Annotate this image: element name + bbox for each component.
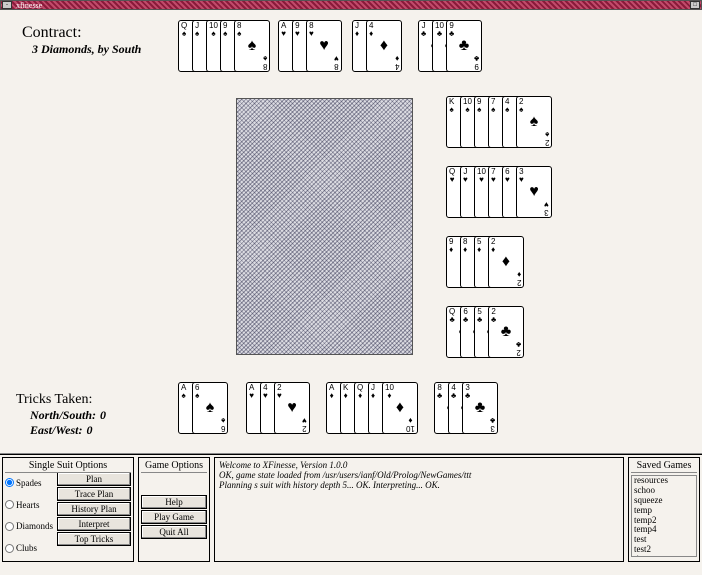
window-title: xfinesse xyxy=(16,1,42,10)
interpret-button[interactable]: Interpret xyxy=(57,517,131,531)
saved-games-panel: Saved Games resourcesschoosqueezetemptem… xyxy=(628,457,700,562)
suit-radio-hearts[interactable]: Hearts xyxy=(5,500,57,510)
trace-plan-button[interactable]: Trace Plan xyxy=(57,487,131,501)
card-fan-diamonds: 9♦♦9♦8♦♦8♦5♦♦5♦2♦♦2♦ xyxy=(446,236,524,288)
contract-value: 3 Diamonds, by South xyxy=(32,42,141,57)
contract-label: Contract: xyxy=(22,24,141,42)
playing-card[interactable]: 9♣♣9♣ xyxy=(446,20,482,72)
log-line: OK, game state loaded from /usr/users/ia… xyxy=(219,470,619,480)
card-fan-diamonds: J♦♦J♦4♦♦4♦ xyxy=(352,20,402,72)
single-suit-panel: Single Suit Options Spades Hearts Diamonds… xyxy=(2,457,134,562)
plan-button[interactable]: Plan xyxy=(57,472,131,486)
saved-games-list[interactable]: resourcesschoosqueezetemptemp2temp4testt… xyxy=(631,475,697,557)
card-fan-spades: A♠♠A♠6♠♠6♠ xyxy=(178,382,228,434)
suit-radio-spades[interactable]: Spades xyxy=(5,478,57,488)
game-options-panel: Game Options HelpPlay GameQuit All xyxy=(138,457,210,562)
log-line: Welcome to XFinesse, Version 1.0.0 xyxy=(219,460,619,470)
playing-card[interactable]: 6♠♠6♠ xyxy=(192,382,228,434)
play-area: Contract: 3 Diamonds, by South Tricks Ta… xyxy=(0,10,702,454)
card-fan-hearts: A♥♥A♥4♥♥4♥2♥♥2♥ xyxy=(246,382,310,434)
card-fan-hearts: Q♥♥Q♥J♥♥J♥10♥♥10♥7♥♥7♥6♥♥6♥3♥♥3♥ xyxy=(446,166,552,218)
playing-card[interactable]: 4♦♦4♦ xyxy=(366,20,402,72)
suit-radio-diamonds[interactable]: Diamonds xyxy=(5,521,57,531)
playing-card[interactable]: 3♥♥3♥ xyxy=(516,166,552,218)
log-line: Planning s suit with history depth 5... … xyxy=(219,480,619,490)
play-game-button[interactable]: Play Game xyxy=(141,510,207,524)
playing-card[interactable]: 2♦♦2♦ xyxy=(488,236,524,288)
game-options-title: Game Options xyxy=(141,460,207,473)
maximize-icon[interactable]: □ xyxy=(690,1,700,9)
history-plan-button[interactable]: History Plan xyxy=(57,502,131,516)
tricks-ew-value: 0 xyxy=(86,423,92,437)
card-fan-clubs: Q♣♣Q♣6♣♣6♣5♣♣5♣2♣♣2♣ xyxy=(446,306,524,358)
card-fan-spades: K♠♠K♠10♠♠10♠9♠♠9♠7♠♠7♠4♠♠4♠2♠♠2♠ xyxy=(446,96,552,148)
saved-games-title: Saved Games xyxy=(631,460,697,473)
tricks-block: Tricks Taken: North/South:0 East/West:0 xyxy=(16,392,106,438)
playing-card[interactable]: 3♣♣3♣ xyxy=(462,382,498,434)
single-suit-title: Single Suit Options xyxy=(5,460,131,473)
top-tricks-button[interactable]: Top Tricks xyxy=(57,532,131,546)
title-bar: - xfinesse □ xyxy=(0,0,702,10)
playing-card[interactable]: 2♥♥2♥ xyxy=(274,382,310,434)
playing-card[interactable]: 2♣♣2♣ xyxy=(488,306,524,358)
system-menu-icon[interactable]: - xyxy=(2,1,12,9)
quit-all-button[interactable]: Quit All xyxy=(141,525,207,539)
saved-game-item[interactable]: tignum xyxy=(632,555,696,557)
tricks-ns-label: North/South: xyxy=(30,408,96,422)
help-button[interactable]: Help xyxy=(141,495,207,509)
deck-pile xyxy=(236,98,413,355)
tricks-label: Tricks Taken: xyxy=(16,392,106,408)
playing-card[interactable]: 8♥♥8♥ xyxy=(306,20,342,72)
playing-card[interactable]: 10♦♦10♦ xyxy=(382,382,418,434)
playing-card[interactable]: 8♠♠8♠ xyxy=(234,20,270,72)
tricks-ew-label: East/West: xyxy=(30,423,82,437)
card-fan-spades: Q♠♠Q♠J♠♠J♠10♠♠10♠9♠♠9♠8♠♠8♠ xyxy=(178,20,270,72)
card-fan-clubs: 8♣♣8♣4♣♣4♣3♣♣3♣ xyxy=(434,382,498,434)
card-fan-clubs: J♣♣J♣10♣♣10♣9♣♣9♣ xyxy=(418,20,482,72)
card-fan-diamonds: A♦♦A♦K♦♦K♦Q♦♦Q♦J♦♦J♦10♦♦10♦ xyxy=(326,382,418,434)
playing-card[interactable]: 2♠♠2♠ xyxy=(516,96,552,148)
control-panel-row: Single Suit Options Spades Hearts Diamonds… xyxy=(0,454,702,564)
tricks-ns-value: 0 xyxy=(100,408,106,422)
contract-block: Contract: 3 Diamonds, by South xyxy=(22,24,141,57)
card-fan-hearts: A♥♥A♥9♥♥9♥8♥♥8♥ xyxy=(278,20,342,72)
log-panel: Welcome to XFinesse, Version 1.0.0OK, ga… xyxy=(214,457,624,562)
suit-radio-clubs[interactable]: Clubs xyxy=(5,543,57,553)
